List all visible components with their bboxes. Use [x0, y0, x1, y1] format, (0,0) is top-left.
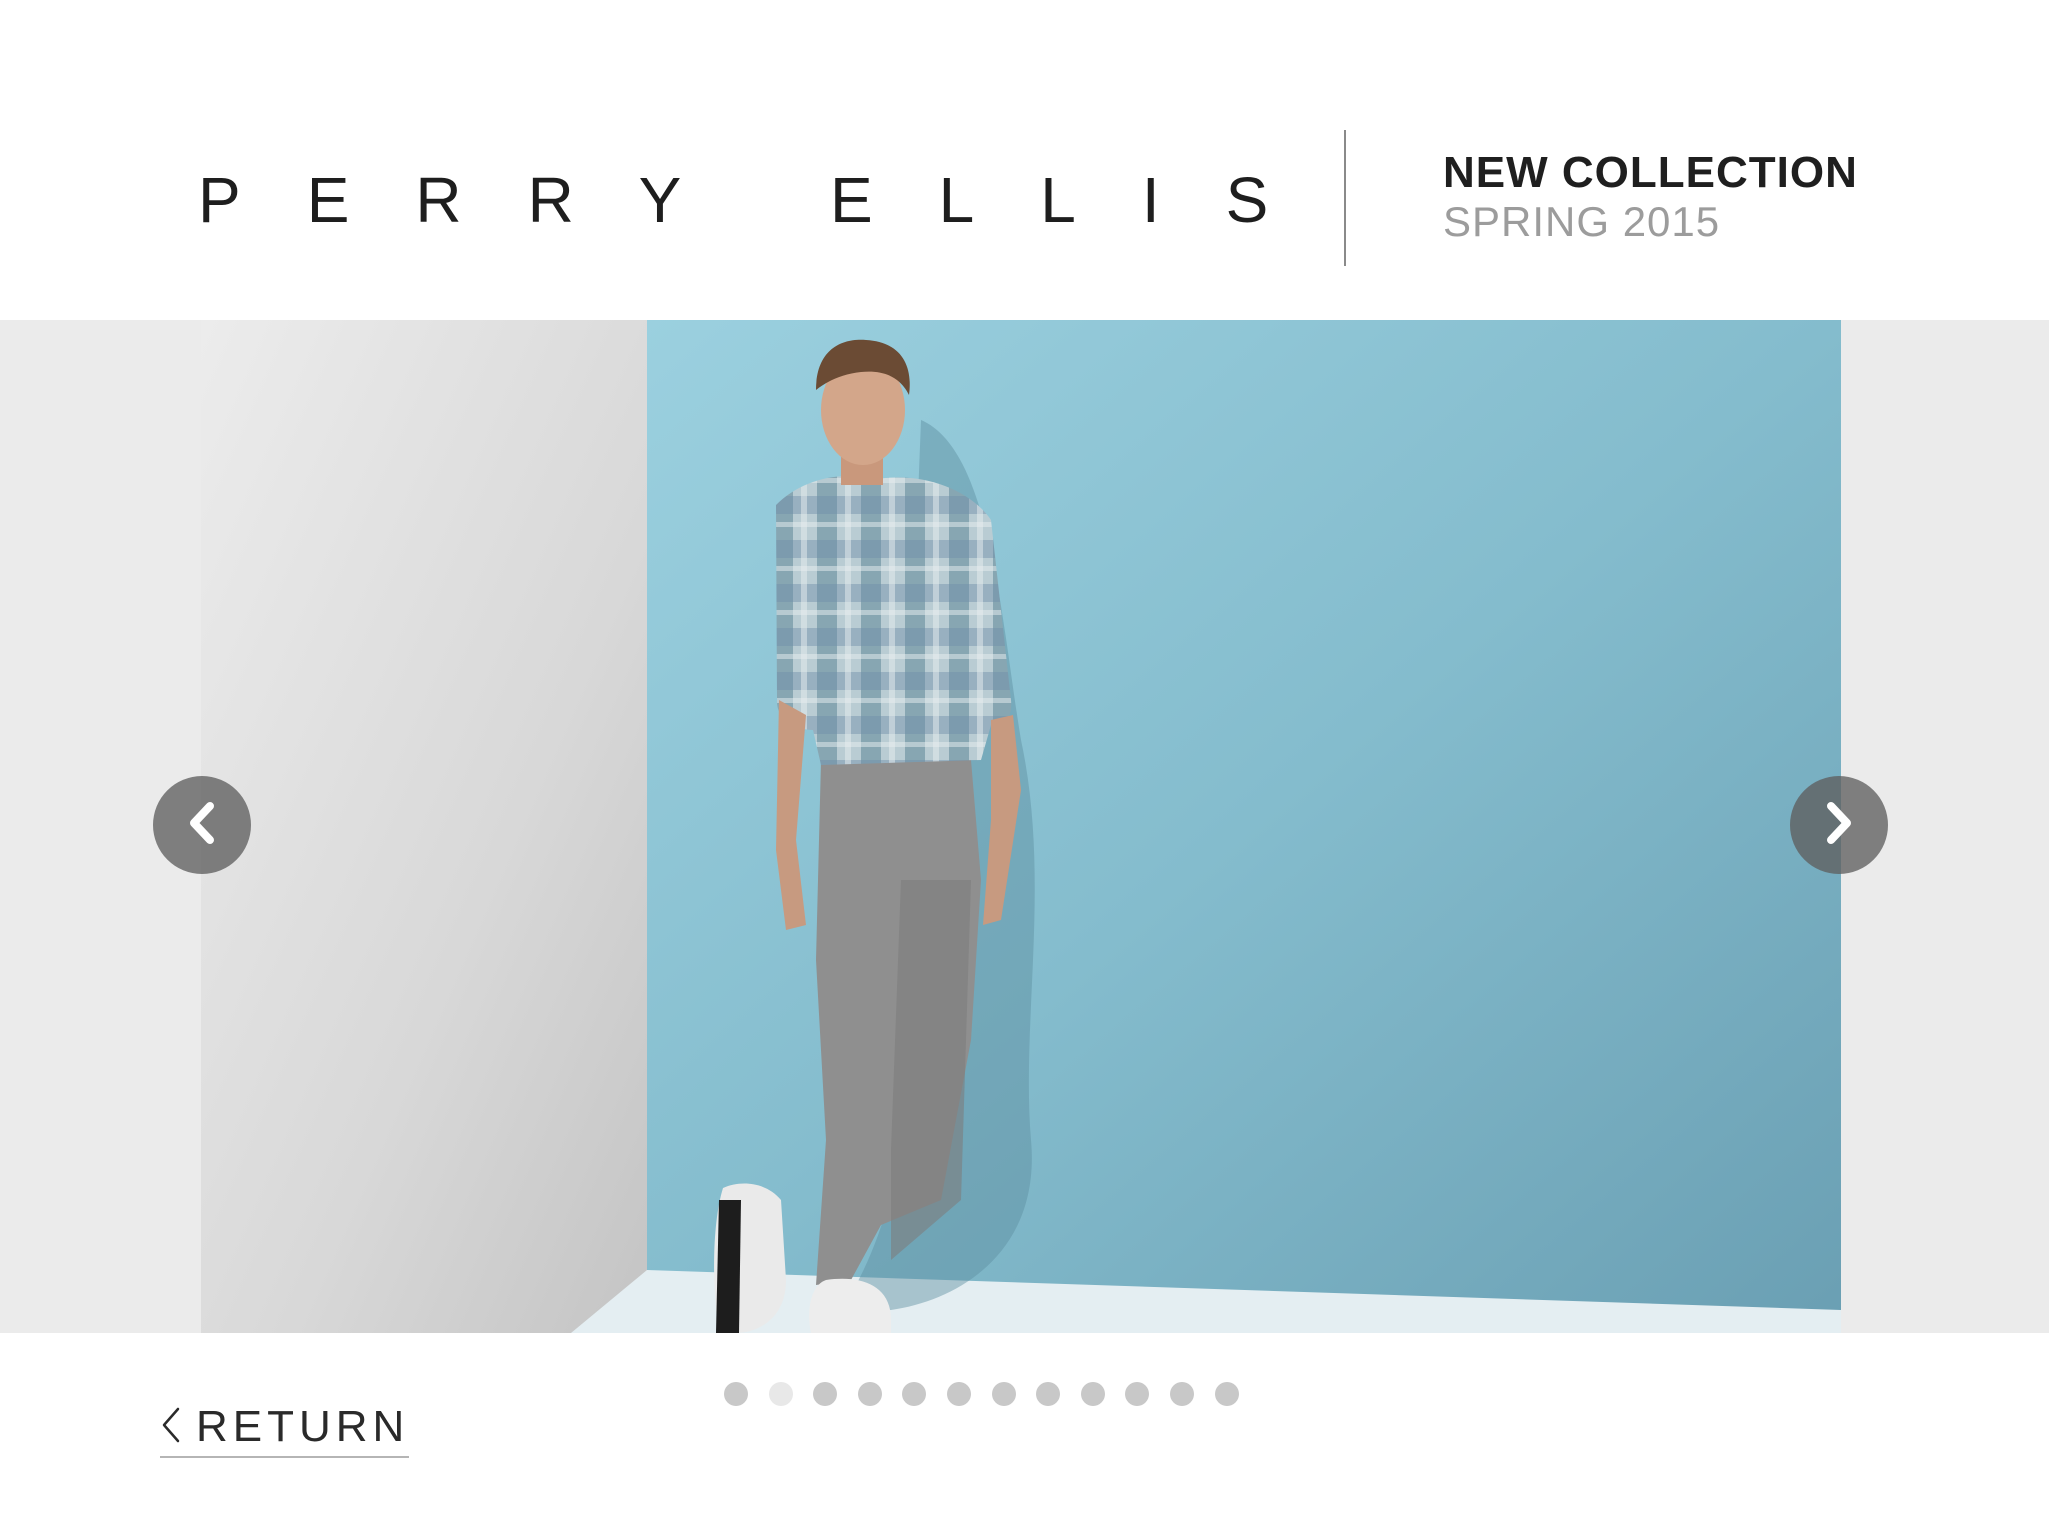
- pagination-dot[interactable]: [1125, 1382, 1150, 1406]
- carousel-pagination: [724, 1382, 1239, 1406]
- chevron-left-icon: [160, 1405, 182, 1450]
- return-label: RETURN: [196, 1402, 410, 1451]
- chevron-right-icon: [1819, 800, 1859, 851]
- pagination-dot[interactable]: [1080, 1382, 1105, 1406]
- slide-image: [201, 320, 1841, 1333]
- return-button[interactable]: RETURN: [160, 1400, 410, 1458]
- brand-logo: PERRY ELLIS: [198, 164, 1335, 236]
- pagination-dot[interactable]: [1036, 1382, 1061, 1406]
- collection-title: NEW COLLECTION: [1443, 148, 1858, 197]
- pagination-dot[interactable]: [902, 1382, 927, 1406]
- pagination-dot[interactable]: [813, 1382, 838, 1406]
- previous-slide-button[interactable]: [153, 776, 251, 874]
- next-slide-button[interactable]: [1790, 776, 1888, 874]
- chevron-left-icon: [182, 800, 222, 851]
- carousel: [0, 320, 2049, 1333]
- collection-season: SPRING 2015: [1443, 198, 1721, 245]
- pagination-dot[interactable]: [1214, 1382, 1239, 1406]
- pagination-dot[interactable]: [857, 1382, 882, 1406]
- page: PERRY ELLIS NEW COLLECTION SPRING 2015 R…: [0, 0, 2049, 1536]
- pagination-dot-active[interactable]: [768, 1382, 793, 1406]
- pagination-dot[interactable]: [1169, 1382, 1194, 1406]
- pagination-dot[interactable]: [946, 1382, 971, 1406]
- header-divider: [1344, 130, 1346, 266]
- pagination-dot[interactable]: [991, 1382, 1016, 1406]
- pagination-dot[interactable]: [724, 1382, 748, 1406]
